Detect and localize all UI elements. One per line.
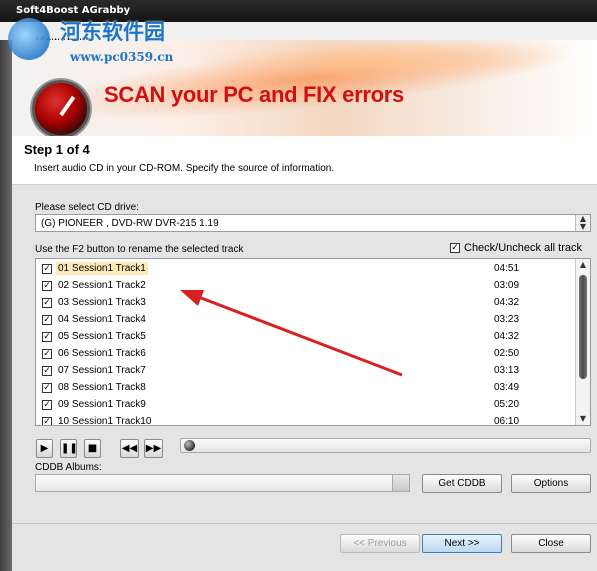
track-duration: 06:10 [494, 416, 520, 426]
footer-divider [12, 523, 597, 524]
track-row[interactable]: ✓ 03 Session1 Track3 04:32 [36, 295, 576, 312]
track-list[interactable]: ✓ 01 Session1 Track1 04:51 ✓ 02 Session1… [35, 258, 591, 426]
track-duration: 02:50 [494, 348, 520, 359]
track-checkbox[interactable]: ✓ [42, 400, 52, 410]
check-all-checkbox[interactable]: ✓ [450, 243, 460, 253]
speedometer-icon [32, 80, 90, 136]
window-left-edge [0, 40, 12, 571]
track-checkbox[interactable]: ✓ [42, 366, 52, 376]
track-checkbox[interactable]: ✓ [42, 315, 52, 325]
get-cddb-button[interactable]: Get CDDB [422, 474, 502, 493]
banner-glow [192, 40, 572, 80]
track-name: 06 Session1 Track6 [58, 348, 146, 359]
track-row[interactable]: ✓ 05 Session1 Track5 04:32 [36, 329, 576, 346]
cddb-label: CDDB Albums: [35, 462, 102, 473]
track-checkbox[interactable]: ✓ [42, 281, 52, 291]
track-row[interactable]: ✓ 10 Session1 Track10 06:10 [36, 414, 576, 426]
cd-drive-select[interactable]: (G) PIONEER , DVD-RW DVR-215 1.19 ▲ ▼ [35, 214, 591, 232]
track-row[interactable]: ✓ 04 Session1 Track4 03:23 [36, 312, 576, 329]
track-duration: 04:32 [494, 331, 520, 342]
track-duration: 03:09 [494, 280, 520, 291]
track-name: 07 Session1 Track7 [58, 365, 146, 376]
track-checkbox[interactable]: ✓ [42, 264, 52, 274]
track-row[interactable]: ✓ 06 Session1 Track6 02:50 [36, 346, 576, 363]
track-duration: 04:51 [494, 263, 520, 274]
track-checkbox[interactable]: ✓ [42, 298, 52, 308]
track-list-scrollbar[interactable]: ▲ ▼ [575, 259, 590, 425]
cd-drive-value: (G) PIONEER , DVD-RW DVR-215 1.19 [41, 218, 219, 229]
app-window: Soft4Boost AGrabby View About SCAN your … [0, 0, 597, 571]
track-row[interactable]: ✓ 01 Session1 Track1 04:51 [36, 261, 576, 278]
track-checkbox[interactable]: ✓ [42, 417, 52, 425]
watermark-text: 河东软件园 [60, 20, 165, 44]
pause-button[interactable]: ❚❚ [60, 439, 78, 458]
play-button[interactable]: ▶ [36, 439, 53, 458]
track-duration: 03:23 [494, 314, 520, 325]
track-row[interactable]: ✓ 07 Session1 Track7 03:13 [36, 363, 576, 380]
track-name: 01 Session1 Track1 [56, 262, 148, 275]
track-checkbox[interactable]: ✓ [42, 349, 52, 359]
track-name: 10 Session1 Track10 [58, 416, 152, 426]
rename-hint: Use the F2 button to rename the selected… [35, 244, 244, 255]
seek-slider[interactable] [180, 438, 591, 453]
track-checkbox[interactable]: ✓ [42, 332, 52, 342]
banner-slogan: SCAN your PC and FIX errors [104, 82, 404, 107]
track-name: 02 Session1 Track2 [58, 280, 146, 291]
track-name: 04 Session1 Track4 [58, 314, 146, 325]
drive-label: Please select CD drive: [35, 202, 139, 213]
watermark-logo-icon [8, 18, 50, 60]
seek-knob[interactable] [184, 440, 195, 451]
options-button[interactable]: Options [511, 474, 591, 493]
stop-button[interactable]: ■ [84, 439, 101, 458]
step-title: Step 1 of 4 [24, 142, 90, 157]
track-row[interactable]: ✓ 02 Session1 Track2 03:09 [36, 278, 576, 295]
window-title: Soft4Boost AGrabby [16, 5, 131, 16]
track-name: 05 Session1 Track5 [58, 331, 146, 342]
previous-track-button[interactable]: ◀◀ [120, 439, 139, 458]
watermark-url: www.pc0359.cn [70, 50, 174, 64]
track-duration: 05:20 [494, 399, 520, 410]
check-all-label: Check/Uncheck all track [464, 242, 582, 254]
track-duration: 03:49 [494, 382, 520, 393]
cddb-albums-select[interactable] [35, 474, 410, 492]
track-name: 09 Session1 Track9 [58, 399, 146, 410]
track-row[interactable]: ✓ 09 Session1 Track9 05:20 [36, 397, 576, 414]
scroll-thumb[interactable] [579, 275, 587, 379]
track-name: 03 Session1 Track3 [58, 297, 146, 308]
next-track-button[interactable]: ▶▶ [144, 439, 163, 458]
spin-arrows-icon[interactable]: ▲ ▼ [575, 215, 590, 231]
track-duration: 04:32 [494, 297, 520, 308]
track-name: 08 Session1 Track8 [58, 382, 146, 393]
scroll-down-icon[interactable]: ▼ [576, 413, 590, 425]
track-duration: 03:13 [494, 365, 520, 376]
track-checkbox[interactable]: ✓ [42, 383, 52, 393]
close-button[interactable]: Close [511, 534, 591, 553]
scroll-up-icon[interactable]: ▲ [576, 259, 590, 271]
step-header: Step 1 of 4 Insert audio CD in your CD-R… [12, 136, 597, 185]
dropdown-arrow-icon[interactable] [392, 475, 409, 491]
previous-button[interactable]: << Previous [340, 534, 420, 553]
next-button[interactable]: Next >> [422, 534, 502, 553]
track-row[interactable]: ✓ 08 Session1 Track8 03:49 [36, 380, 576, 397]
footer-bar [12, 523, 597, 571]
step-description: Insert audio CD in your CD-ROM. Specify … [34, 163, 335, 174]
